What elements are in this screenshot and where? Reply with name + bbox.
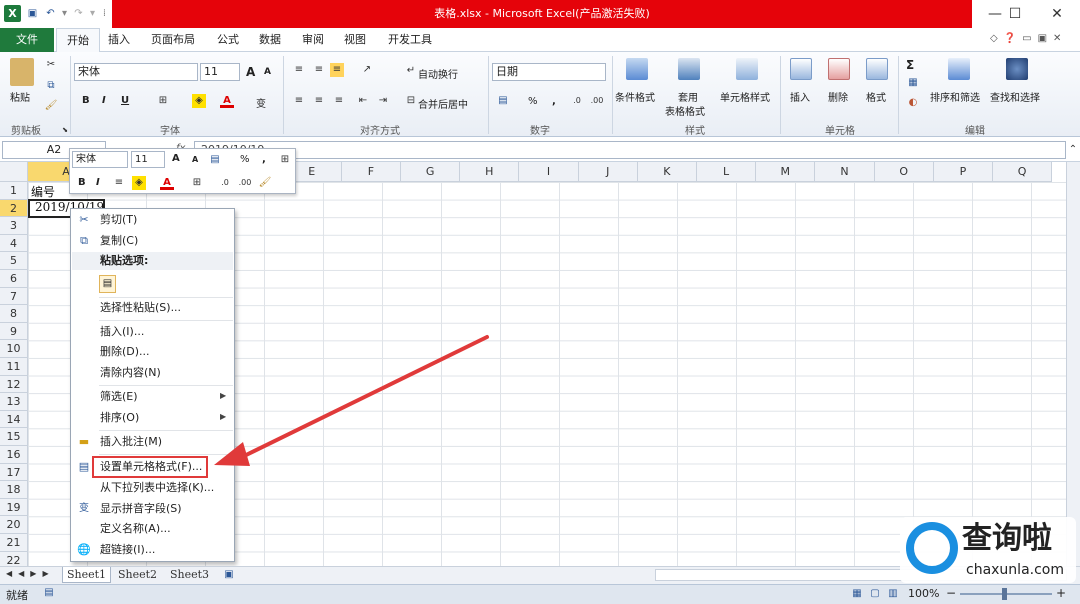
watermark-title: 查询啦 — [962, 521, 1052, 556]
annotation-arrow — [214, 335, 489, 466]
page-break-view-icon[interactable]: ▥ — [886, 587, 900, 601]
sheet-tab-3[interactable]: Sheet3 — [166, 567, 213, 583]
sheet-tab-1[interactable]: Sheet1 — [62, 567, 112, 583]
zoom-in-button[interactable]: + — [1056, 586, 1066, 600]
zoom-level[interactable]: 100% — [908, 587, 939, 600]
watermark-url: chaxunla.com — [966, 562, 1064, 578]
zoom-slider-handle[interactable] — [1002, 588, 1007, 600]
page-layout-view-icon[interactable]: ▢ — [868, 587, 882, 601]
normal-view-icon[interactable]: ▦ — [850, 587, 864, 601]
status-ready: 就绪 — [6, 589, 28, 602]
macro-record-icon[interactable]: ▤ — [42, 586, 56, 600]
zoom-out-button[interactable]: − — [946, 586, 956, 600]
watermark-logo-icon — [906, 522, 958, 574]
insert-sheet-icon[interactable]: ▣ — [222, 568, 236, 582]
sheet-tab-2[interactable]: Sheet2 — [114, 567, 161, 583]
sheet-nav-arrows[interactable]: ◀◀▶▶ — [6, 569, 55, 578]
